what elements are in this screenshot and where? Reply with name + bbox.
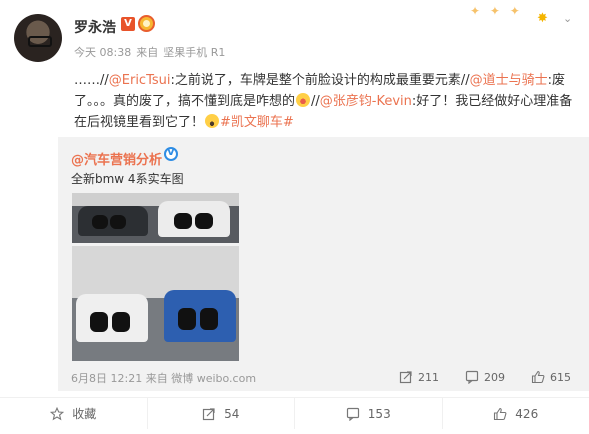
blue-verified-icon [164,147,178,161]
star-icon [50,406,65,421]
repost-comment-count[interactable]: 209 [465,370,505,384]
repost-action-count: 54 [224,406,240,421]
text-segment: ……// [74,73,109,88]
mention-link[interactable]: @张彦钧-Kevin [320,94,412,109]
author-avatar[interactable] [14,14,62,62]
repost-repost-count[interactable]: 211 [399,370,439,384]
chevron-down-icon[interactable]: ⌄ [563,13,575,25]
repost-source[interactable]: 微博 weibo.com [171,372,256,385]
author-name[interactable]: 罗永浩 [74,17,116,37]
sparkle-icon: ✸ [537,11,548,26]
like-button[interactable]: 426 [443,398,589,429]
repost-meta: 6月8日 12:21 来自 微博 weibo.com [71,370,256,386]
topic-link[interactable]: #凯文聊车# [220,115,294,130]
post-time[interactable]: 今天 08:38 [74,46,131,59]
repost-time[interactable]: 6月8日 12:21 [71,372,142,385]
post-text: ……//@EricTsui:之前说了，车牌是整个前脸设计的构成最重要元素//@道… [74,70,574,133]
favorite-label: 收藏 [72,407,97,421]
repost-icon [399,370,413,384]
thumbs-up-icon [493,407,507,421]
comment-icon [465,370,479,384]
comment-button[interactable]: 153 [295,398,443,429]
mention-link[interactable]: @EricTsui [109,73,171,88]
mention-link[interactable]: @道士与骑士 [470,73,548,88]
car-photo-2[interactable] [72,246,239,361]
like-action-count: 426 [515,406,539,421]
like-count: 615 [550,370,571,384]
post-source[interactable]: 坚果手机 R1 [163,46,225,59]
medal-icon [138,15,155,32]
text-segment: :之前说了，车牌是整个前脸设计的构成最重要元素// [170,73,470,88]
text-segment: // [311,94,320,109]
laugh-emoji-icon [296,93,311,107]
decoration-stars-icon: ✦ ✦ ✦ [470,4,523,18]
comment-icon [346,407,360,421]
repost-count: 211 [418,370,439,384]
repost-card: @汽车营销分析 全新bmw 4系实车图 6月8日 12:21 来自 微博 wei… [58,137,589,391]
repost-source-prefix: 来自 [145,372,168,385]
repost-stats: 211 209 615 [399,370,571,384]
repost-like-count[interactable]: 615 [531,370,571,384]
comment-count: 209 [484,370,505,384]
comment-action-count: 153 [367,406,391,421]
repost-author[interactable]: @汽车营销分析 [71,149,162,168]
post-meta: 今天 08:38 来自 坚果手机 R1 [74,44,230,60]
action-bar: 收藏 54 153 426 [0,397,589,429]
repost-button[interactable]: 54 [148,398,295,429]
verified-badge-icon: V [121,17,135,31]
favorite-button[interactable]: 收藏 [0,398,148,429]
shocked-emoji-icon [205,114,220,128]
thumbs-up-icon [531,370,545,384]
source-prefix: 来自 [136,46,159,59]
repost-icon [202,407,216,421]
car-photo-1[interactable] [72,193,239,243]
repost-text: 全新bmw 4系实车图 [71,172,184,186]
